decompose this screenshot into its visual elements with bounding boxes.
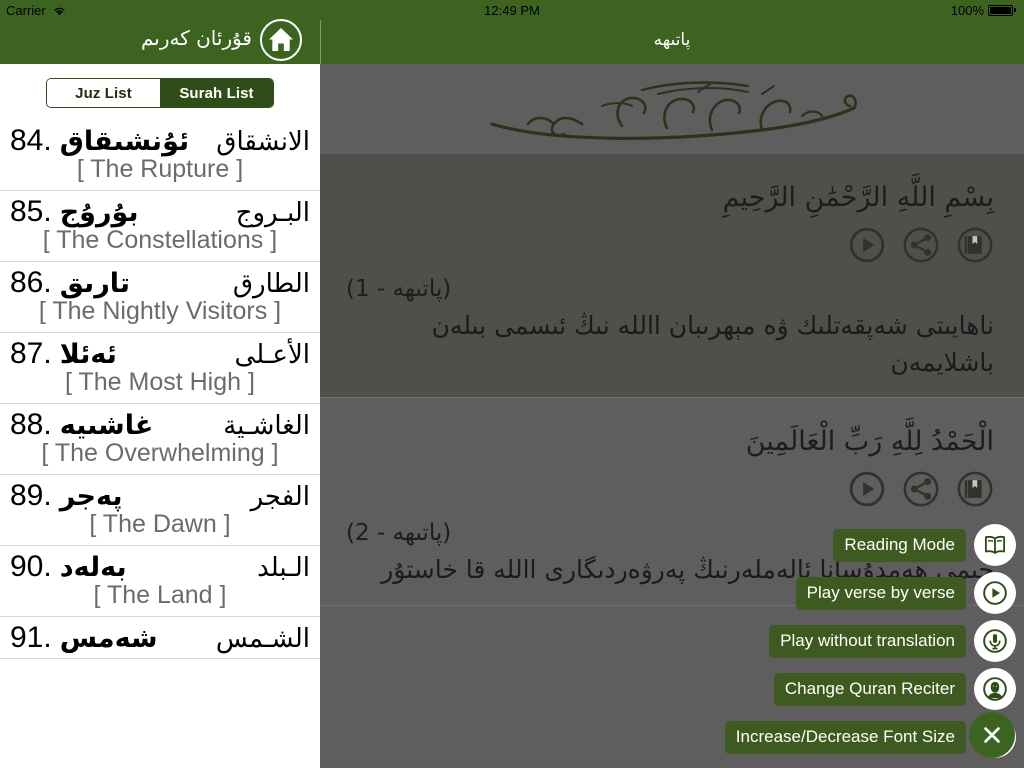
surah-list-item[interactable]: الطارق 86. تارىق[ The Nightly Visitors ] (0, 262, 320, 333)
surah-row-mid: 87. ئەئلا (10, 337, 117, 371)
surah-arabic-name: الطارق (232, 269, 310, 299)
tab-surah-list[interactable]: Surah List (160, 79, 273, 107)
surah-uyghur-name: پەجر (59, 481, 123, 512)
surah-row-main: الانشقاق 84. ئۇنشىقاق (10, 124, 310, 158)
surah-english-name: [ The Nightly Visitors ] (38, 297, 282, 325)
surah-uyghur-name: غاشىيه (59, 410, 154, 441)
open-book-icon[interactable] (974, 524, 1016, 566)
surah-number: 84. (10, 124, 52, 157)
surah-english-name: [ The Land ] (93, 581, 227, 609)
list-mode-segmented-control-wrap: Juz List Surah List (0, 64, 320, 118)
surah-number: 90. (10, 550, 52, 583)
battery-percent-label: 100% (950, 2, 984, 18)
status-bar-time: 12:49 PM (484, 2, 540, 18)
microphone-icon[interactable] (974, 620, 1016, 662)
action-menu-item[interactable]: Reading Mode (833, 524, 1016, 566)
home-icon[interactable] (259, 18, 303, 62)
surah-number: 88. (10, 408, 52, 441)
action-menu-item[interactable]: Change Quran Reciter (773, 668, 1016, 710)
surah-arabic-name: الـبلد (257, 553, 310, 583)
status-bar-right: 100% (951, 3, 1016, 18)
surah-uyghur-name: بەلەد (59, 552, 127, 583)
surah-row-main: الـبلد 90. بەلەد (10, 550, 310, 584)
action-menu-label[interactable]: Change Quran Reciter (773, 672, 966, 706)
surah-arabic-name: الغاشـية (223, 411, 310, 441)
surah-uyghur-name: تارىق (59, 268, 131, 299)
surah-list-item[interactable]: الشـمس 91. شەمس (0, 617, 320, 659)
surah-list-item[interactable]: الغاشـية 88. غاشىيه[ The Overwhelming ] (0, 404, 320, 475)
surah-list-item[interactable]: الانشقاق 84. ئۇنشىقاق[ The Rupture ] (0, 120, 320, 191)
surah-title: پاتىھە (653, 30, 691, 50)
surah-number: 85. (10, 195, 52, 228)
surah-uyghur-name: ئۇنشىقاق (59, 126, 190, 157)
status-bar: Carrier 12:49 PM 100% (0, 0, 1024, 20)
surah-english-name: [ The Most High ] (65, 368, 255, 396)
sidebar: Juz List Surah List الانشقاق 84. ئۇنشىقاق[… (0, 64, 320, 768)
surah-row-main: الأعـلى 87. ئەئلا (10, 337, 310, 371)
surah-list-item[interactable]: البـروج 85. بۇرۇج[ The Constellations ] (0, 191, 320, 262)
surah-list-item[interactable]: الأعـلى 87. ئەئلا[ The Most High ] (0, 333, 320, 404)
surah-row-mid: 88. غاشىيه (10, 408, 153, 442)
close-menu-button[interactable] (969, 712, 1015, 758)
surah-uyghur-name: شەمس (59, 623, 158, 654)
surah-list-item[interactable]: الـبلد 90. بەلەد[ The Land ] (0, 546, 320, 617)
surah-number: 87. (10, 337, 52, 370)
surah-row-main: الغاشـية 88. غاشىيه (10, 408, 310, 442)
surah-row-mid: 86. تارىق (10, 266, 130, 300)
tab-juz-list[interactable]: Juz List (47, 79, 160, 107)
surah-row-mid: 89. پەجر (10, 479, 123, 513)
reciter-person-icon[interactable] (974, 668, 1016, 710)
action-menu-label[interactable]: Reading Mode (833, 528, 966, 562)
surah-list-item[interactable]: الفجر 89. پەجر[ The Dawn ] (0, 475, 320, 546)
surah-english-name: [ The Constellations ] (42, 226, 278, 254)
action-menu-item[interactable]: Play verse by verse (795, 572, 1016, 614)
play-circle-icon[interactable] (974, 572, 1016, 614)
surah-number: 91. (10, 621, 52, 654)
surah-arabic-name: الفجر (250, 482, 310, 512)
surah-english-name: [ The Rupture ] (76, 155, 244, 183)
list-mode-segmented-control[interactable]: Juz List Surah List (46, 78, 274, 108)
surah-uyghur-name: ئەئلا (59, 339, 117, 370)
surah-row-main: الشـمس 91. شەمس (10, 621, 310, 655)
app-root: Carrier 12:49 PM 100% قۇرئان كەرىم پاتىھ… (0, 0, 1024, 768)
surah-arabic-name: البـروج (235, 198, 310, 228)
action-menu-label[interactable]: Play verse by verse (795, 576, 966, 610)
surah-arabic-name: الشـمس (215, 624, 310, 654)
surah-list: الانشقاق 84. ئۇنشىقاق[ The Rupture ] البـرو… (0, 120, 320, 659)
action-menu-label[interactable]: Increase/Decrease Font Size (724, 720, 966, 754)
surah-arabic-name: الأعـلى (234, 340, 310, 370)
surah-row-main: البـروج 85. بۇرۇج (10, 195, 310, 229)
surah-number: 86. (10, 266, 52, 299)
surah-row-mid: 91. شەمس (10, 621, 158, 655)
surah-number: 89. (10, 479, 52, 512)
surah-arabic-name: الانشقاق (216, 127, 310, 157)
surah-row-mid: 90. بەلەد (10, 550, 127, 584)
app-title: قۇرئان كەرىم (140, 26, 252, 50)
surah-row-mid: 85. بۇرۇج (10, 195, 139, 229)
close-x-icon (984, 727, 1000, 743)
action-menu-label[interactable]: Play without translation (769, 624, 966, 658)
surah-row-mid: 84. ئۇنشىقاق (10, 124, 189, 158)
surah-row-main: الطارق 86. تارىق (10, 266, 310, 300)
surah-english-name: [ The Overwhelming ] (41, 439, 279, 467)
surah-uyghur-name: بۇرۇج (59, 197, 139, 228)
surah-row-main: الفجر 89. پەجر (10, 479, 310, 513)
navbar-divider (320, 20, 321, 64)
surah-english-name: [ The Dawn ] (89, 510, 231, 538)
battery-full-icon (988, 4, 1016, 16)
action-menu-item[interactable]: Play without translation (769, 620, 1016, 662)
